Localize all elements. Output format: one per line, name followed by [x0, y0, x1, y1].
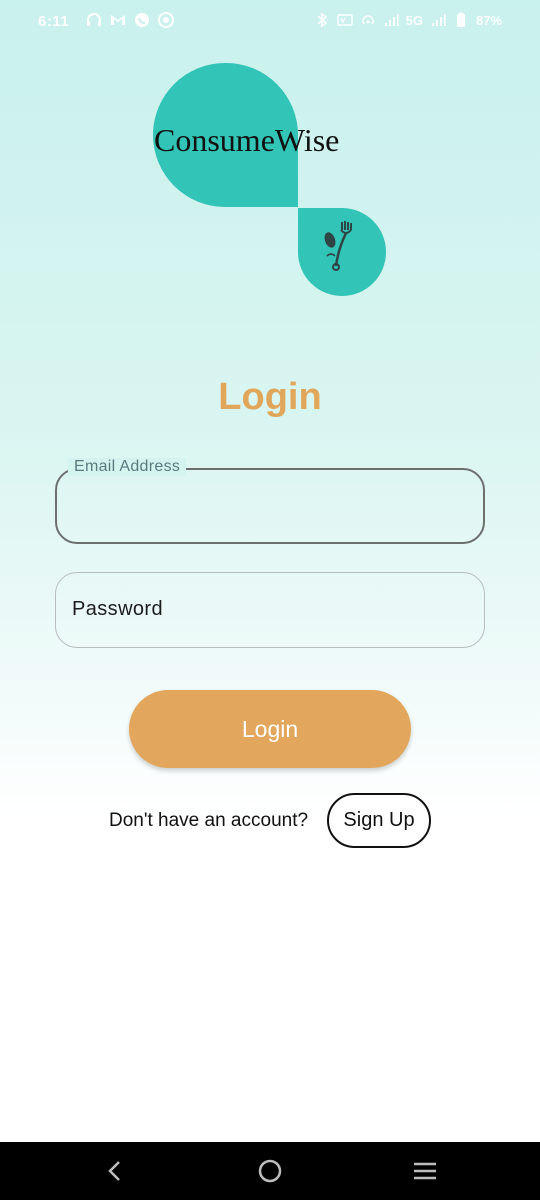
- signal-icon: [431, 14, 446, 26]
- battery-icon: [456, 12, 465, 27]
- battery-level: 87%: [475, 12, 502, 28]
- signup-prompt: Don't have an account?: [109, 810, 309, 831]
- logo-droplet-small: [298, 208, 386, 296]
- network-type: 5G: [405, 12, 423, 28]
- gmail-icon: [111, 15, 125, 25]
- system-indicators: 5G 87%: [314, 12, 502, 28]
- brand-wordmark: ConsumeWise: [154, 122, 339, 158]
- headset-icon: [87, 13, 101, 26]
- volte-icon: [336, 14, 353, 26]
- home-icon[interactable]: [255, 1156, 285, 1186]
- status-time: 6:11: [38, 13, 70, 30]
- email-label: Email Address: [68, 458, 187, 476]
- signal-icon: [384, 14, 399, 26]
- navigation-bar: [0, 1142, 540, 1200]
- status-bar: 6:11 5G 87%: [0, 0, 540, 44]
- password-input[interactable]: [72, 591, 468, 627]
- bluetooth-icon: [317, 12, 327, 28]
- email-field[interactable]: Email Address: [55, 458, 485, 544]
- notification-icons: [86, 12, 174, 28]
- consumewise-logo: ConsumeWise: [153, 62, 386, 296]
- password-field[interactable]: [55, 572, 485, 648]
- menu-icon[interactable]: [410, 1156, 440, 1186]
- hotspot-icon: [361, 15, 374, 25]
- page-title: Login: [218, 376, 322, 418]
- back-icon[interactable]: [100, 1156, 130, 1186]
- chrome-icon: [158, 12, 174, 28]
- whatsapp-icon: [135, 13, 149, 27]
- signup-row: Don't have an account? Sign Up: [0, 793, 540, 849]
- login-button[interactable]: Login: [129, 690, 411, 768]
- signup-button[interactable]: Sign Up: [327, 793, 431, 848]
- email-input[interactable]: [73, 488, 467, 524]
